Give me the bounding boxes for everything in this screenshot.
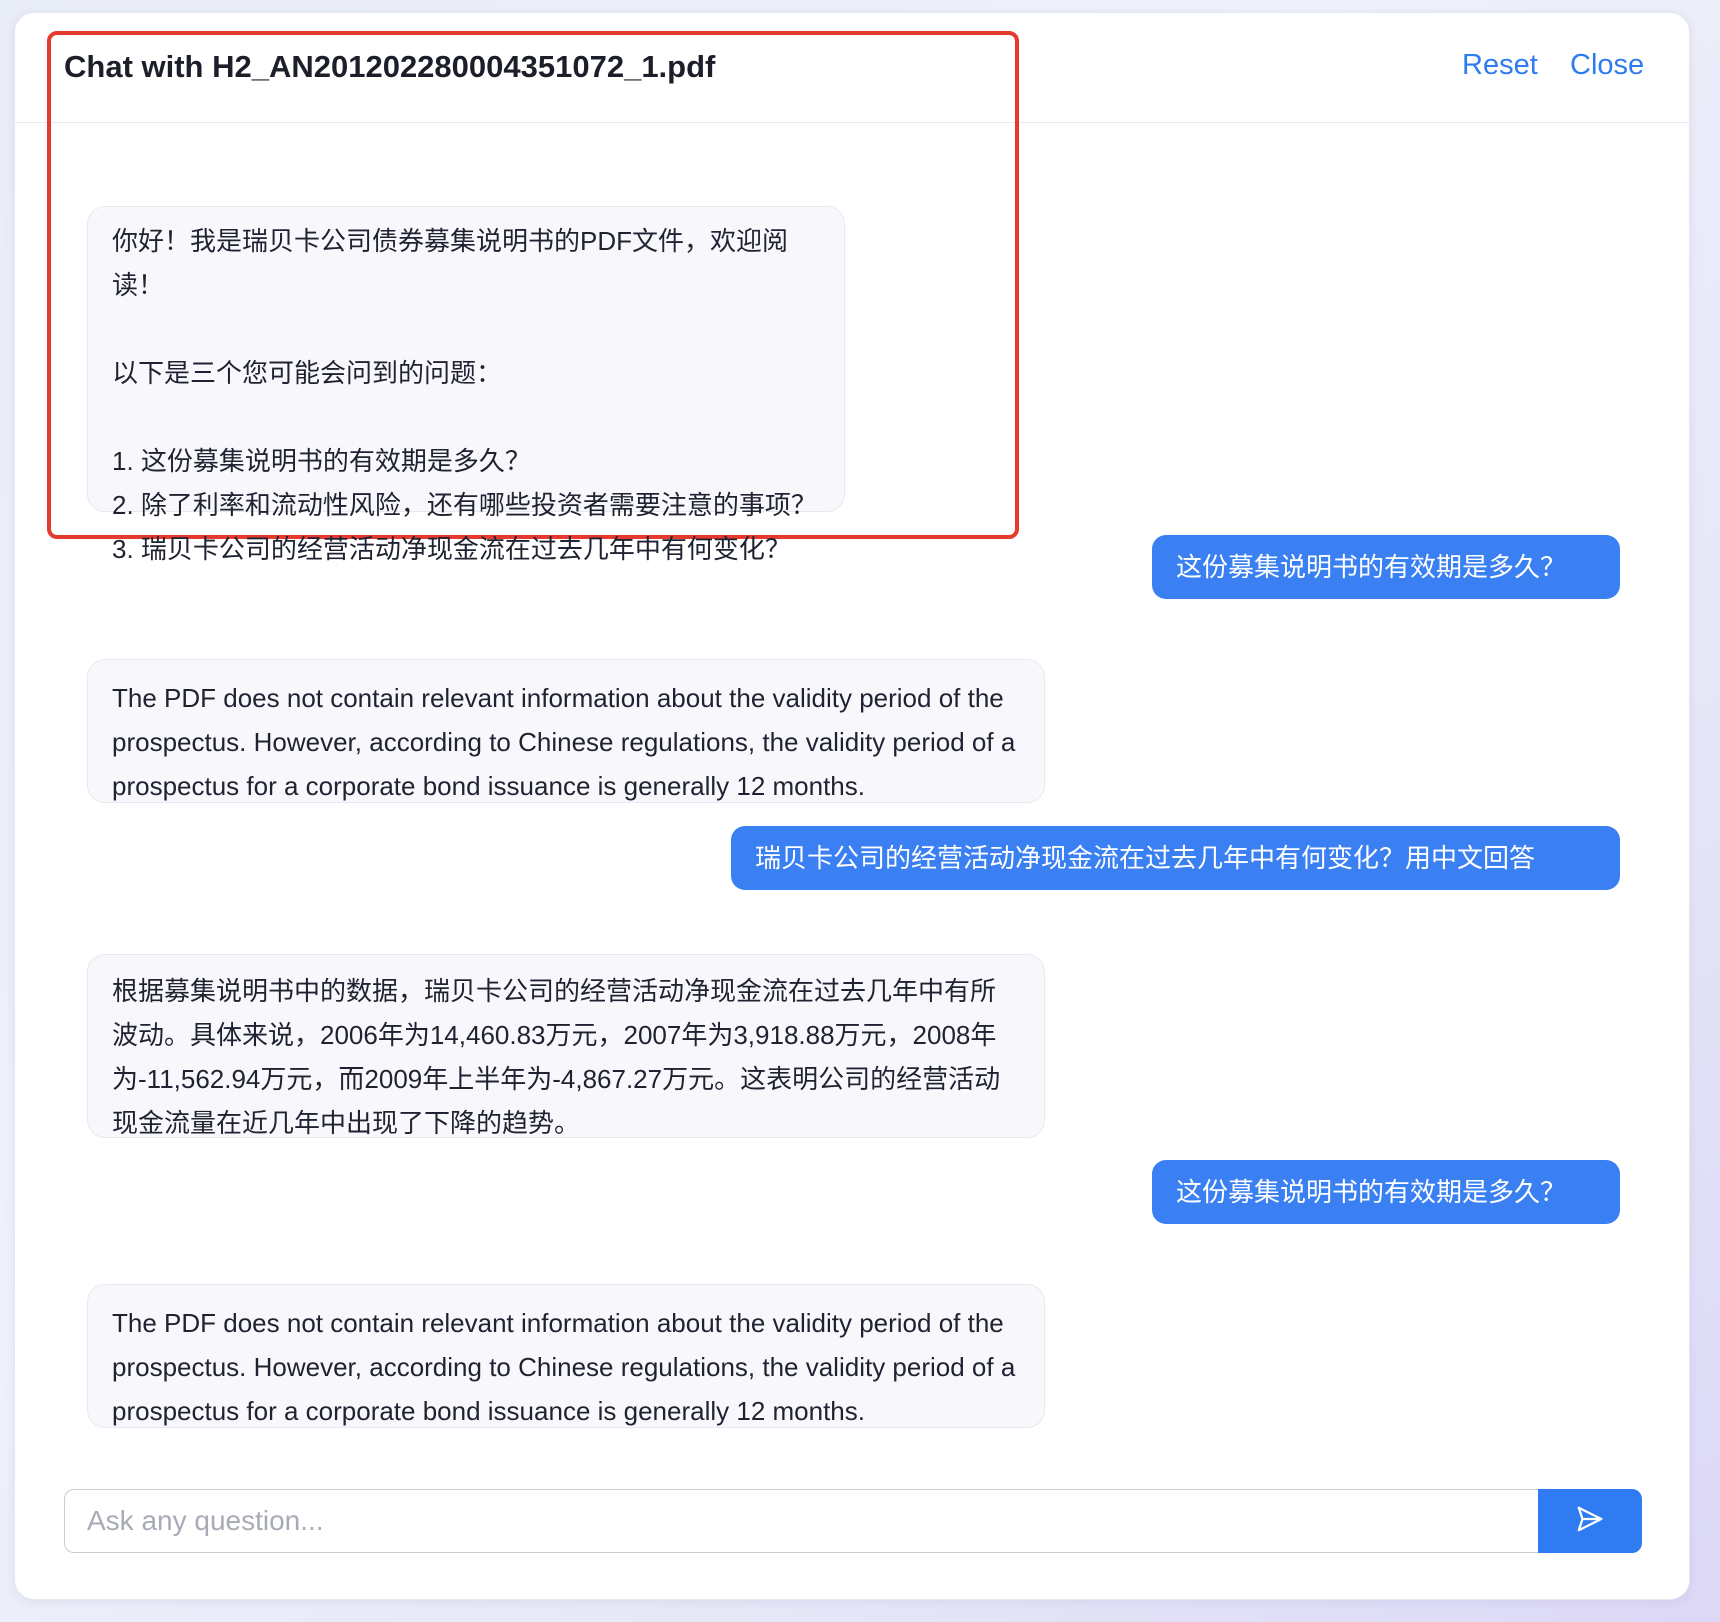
assistant-message: 你好！我是瑞贝卡公司债券募集说明书的PDF文件，欢迎阅读！ 以下是三个您可能会问…: [87, 206, 845, 564]
question-input[interactable]: [64, 1489, 1538, 1553]
composer: [64, 1489, 1642, 1553]
send-button[interactable]: [1538, 1489, 1642, 1553]
user-message: 这份募集说明书的有效期是多久？: [1152, 535, 1620, 599]
chat-header: Chat with H2_AN201202280004351072_1.pdf …: [15, 13, 1689, 123]
user-message: 这份募集说明书的有效期是多久？: [1152, 1160, 1620, 1224]
chat-title: Chat with H2_AN201202280004351072_1.pdf: [64, 49, 716, 84]
close-button[interactable]: Close: [1570, 49, 1644, 82]
assistant-message: The PDF does not contain relevant inform…: [87, 659, 1045, 803]
send-icon: [1575, 1504, 1605, 1539]
message-list[interactable]: 你好！我是瑞贝卡公司债券募集说明书的PDF文件，欢迎阅读！ 以下是三个您可能会问…: [15, 124, 1689, 1476]
assistant-message: 根据募集说明书中的数据，瑞贝卡公司的经营活动净现金流在过去几年中有所波动。具体来…: [87, 954, 1045, 1138]
chat-window: Chat with H2_AN201202280004351072_1.pdf …: [14, 12, 1690, 1600]
user-message: 瑞贝卡公司的经营活动净现金流在过去几年中有何变化？用中文回答: [731, 826, 1620, 890]
reset-button[interactable]: Reset: [1462, 49, 1538, 82]
assistant-message: The PDF does not contain relevant inform…: [87, 1284, 1045, 1428]
